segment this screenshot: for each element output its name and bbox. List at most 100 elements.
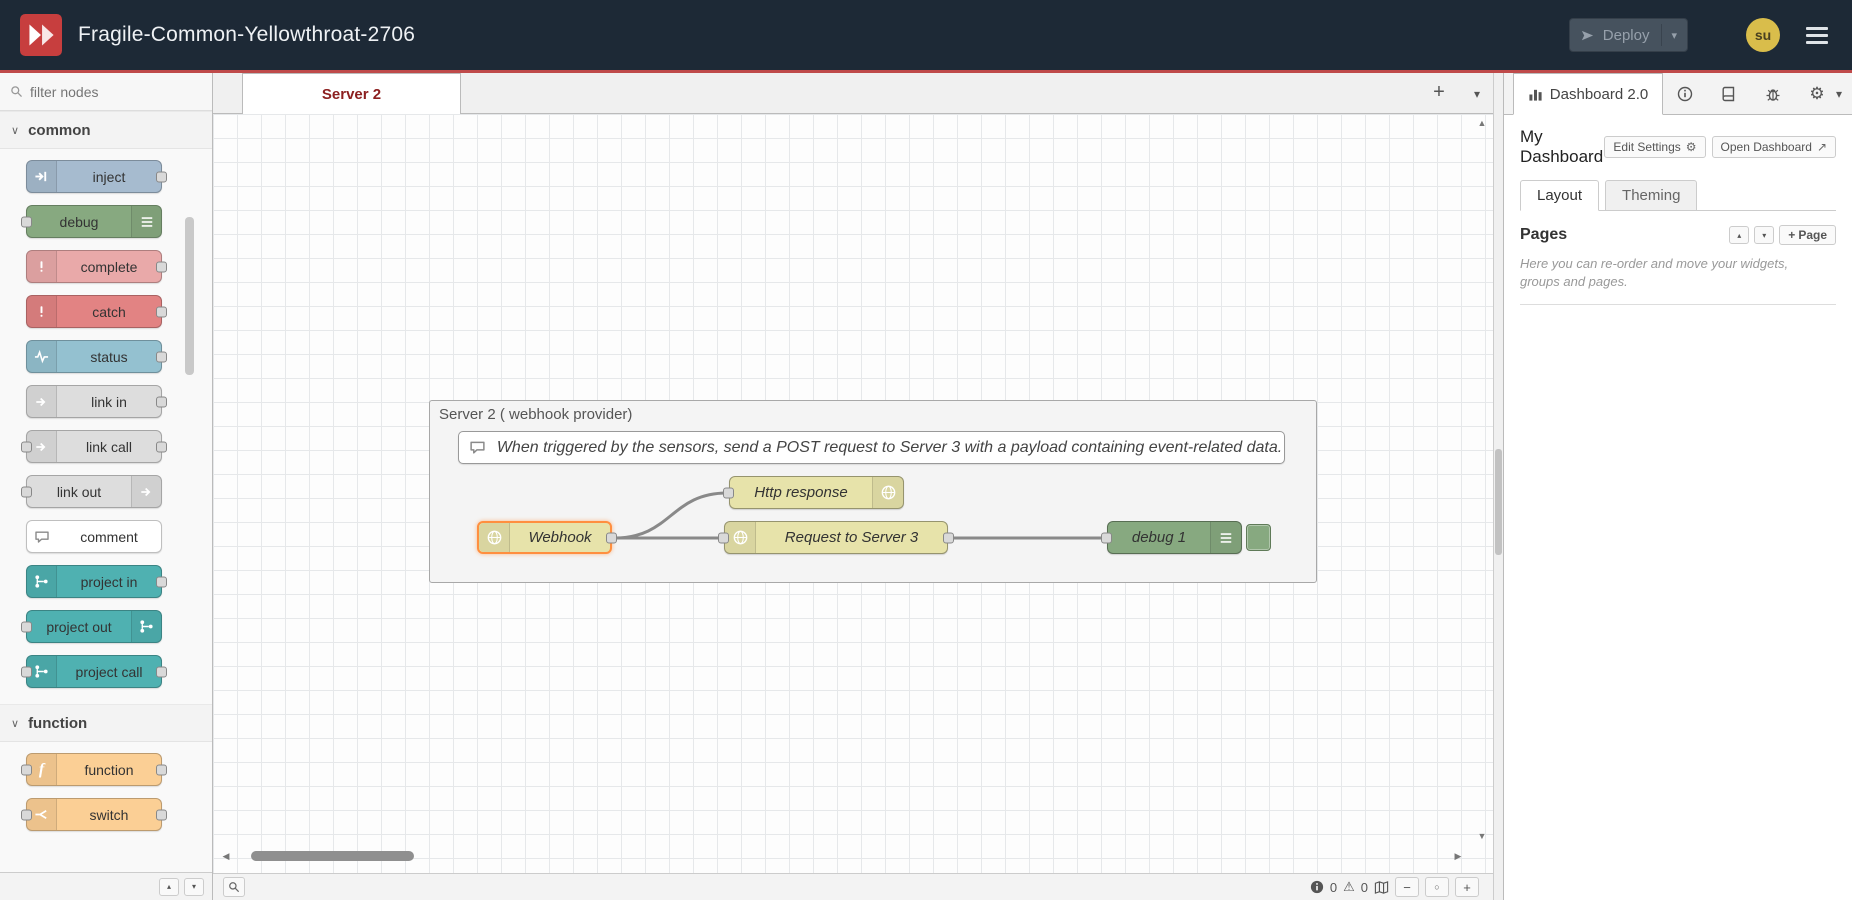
bar-chart-icon bbox=[1528, 87, 1543, 102]
debug-enable-toggle[interactable] bbox=[1246, 524, 1271, 551]
input-port[interactable] bbox=[21, 666, 32, 677]
splitter-scrollbar-thumb[interactable] bbox=[1495, 449, 1502, 555]
input-port[interactable] bbox=[1101, 532, 1112, 543]
tab-dashboard-2[interactable]: Dashboard 2.0 bbox=[1513, 73, 1663, 115]
scroll-right-icon[interactable]: ▶ bbox=[1451, 851, 1465, 862]
input-port[interactable] bbox=[21, 441, 32, 452]
deploy-caret-icon[interactable]: ▾ bbox=[1671, 29, 1677, 42]
palette-node-project-out[interactable]: project out bbox=[26, 610, 162, 643]
scroll-left-icon[interactable]: ◀ bbox=[219, 851, 233, 862]
main-menu-icon[interactable] bbox=[1806, 27, 1828, 44]
node-palette: ∨ common inject debug bbox=[0, 73, 213, 900]
output-port[interactable] bbox=[156, 764, 167, 775]
palette-node-switch[interactable]: switch bbox=[26, 798, 162, 831]
input-port[interactable] bbox=[21, 809, 32, 820]
pages-title: Pages bbox=[1520, 226, 1567, 244]
node-label: link call bbox=[57, 431, 161, 462]
palette-node-complete[interactable]: complete bbox=[26, 250, 162, 283]
output-port[interactable] bbox=[156, 171, 167, 182]
zoom-reset-button[interactable]: ○ bbox=[1425, 877, 1449, 897]
output-port[interactable] bbox=[156, 351, 167, 362]
dashboard-panel: My Dashboard Edit Settings ⚙ Open Dashbo… bbox=[1504, 115, 1852, 317]
caret-down-icon: ▾ bbox=[192, 882, 196, 891]
tab-config-nodes[interactable]: ⚙ bbox=[1795, 73, 1839, 114]
canvas-horizontal-scrollbar[interactable]: ◀ ▶ bbox=[219, 849, 1465, 863]
tab-debug[interactable] bbox=[1751, 73, 1795, 114]
input-port[interactable] bbox=[718, 532, 729, 543]
flow-node-webhook[interactable]: Webhook bbox=[477, 521, 612, 554]
output-port[interactable] bbox=[156, 809, 167, 820]
palette-node-link-in[interactable]: link in bbox=[26, 385, 162, 418]
input-port[interactable] bbox=[21, 764, 32, 775]
hscroll-track[interactable] bbox=[233, 850, 1451, 862]
node-label: inject bbox=[57, 161, 161, 192]
globe-icon bbox=[872, 477, 903, 508]
sidebar-tab-list-caret-icon[interactable]: ▾ bbox=[1836, 87, 1842, 101]
input-port[interactable] bbox=[21, 216, 32, 227]
output-port[interactable] bbox=[156, 666, 167, 677]
palette-category-function[interactable]: ∨ function bbox=[0, 704, 212, 742]
deploy-button[interactable]: Deploy ▾ bbox=[1569, 18, 1688, 52]
palette-node-project-in[interactable]: project in bbox=[26, 565, 162, 598]
palette-node-inject[interactable]: inject bbox=[26, 160, 162, 193]
output-port[interactable] bbox=[943, 532, 954, 543]
input-port[interactable] bbox=[21, 486, 32, 497]
book-icon bbox=[1721, 86, 1737, 102]
link-arrow-icon bbox=[27, 386, 57, 417]
flow-node-debug-1[interactable]: debug 1 bbox=[1107, 521, 1242, 554]
output-port[interactable] bbox=[156, 576, 167, 587]
tab-help[interactable] bbox=[1707, 73, 1751, 114]
hscroll-thumb[interactable] bbox=[251, 851, 414, 861]
output-port[interactable] bbox=[156, 261, 167, 272]
link-arrow-icon bbox=[131, 476, 161, 507]
user-avatar[interactable]: su bbox=[1746, 18, 1780, 52]
collapse-categories-button[interactable]: ▴ bbox=[159, 878, 179, 896]
palette-node-function[interactable]: f function bbox=[26, 753, 162, 786]
palette-node-debug[interactable]: debug bbox=[26, 205, 162, 238]
plus-icon: + bbox=[1788, 228, 1795, 242]
output-port[interactable] bbox=[156, 441, 167, 452]
tab-layout[interactable]: Layout bbox=[1520, 180, 1599, 211]
zoom-in-button[interactable]: + bbox=[1455, 877, 1479, 897]
input-port[interactable] bbox=[21, 621, 32, 632]
palette-scrollbar-thumb[interactable] bbox=[185, 217, 194, 375]
palette-category-common[interactable]: ∨ common bbox=[0, 111, 212, 149]
output-port[interactable] bbox=[156, 306, 167, 317]
scroll-down-icon[interactable]: ▼ bbox=[1474, 831, 1490, 841]
search-flows-button[interactable] bbox=[223, 877, 245, 897]
palette-filter-input[interactable] bbox=[30, 84, 180, 100]
scroll-up-icon[interactable]: ▲ bbox=[1474, 118, 1490, 128]
expand-categories-button[interactable]: ▾ bbox=[184, 878, 204, 896]
flow-tab-server-2[interactable]: Server 2 bbox=[242, 73, 461, 114]
tab-theming[interactable]: Theming bbox=[1605, 180, 1697, 211]
add-page-button[interactable]: + Page bbox=[1779, 225, 1836, 245]
zoom-out-button[interactable]: − bbox=[1395, 877, 1419, 897]
add-flow-button[interactable]: + bbox=[1427, 81, 1451, 104]
palette-node-comment[interactable]: comment bbox=[26, 520, 162, 553]
move-page-down-button[interactable]: ▾ bbox=[1754, 226, 1774, 244]
flow-canvas[interactable]: Server 2 ( webhook provider) When trigge… bbox=[213, 114, 1493, 873]
minimap-icon[interactable] bbox=[1374, 880, 1389, 895]
palette-node-link-out[interactable]: link out bbox=[26, 475, 162, 508]
edit-settings-button[interactable]: Edit Settings ⚙ bbox=[1604, 136, 1705, 158]
flow-node-http-response[interactable]: Http response bbox=[729, 476, 904, 509]
palette-node-status[interactable]: status bbox=[26, 340, 162, 373]
output-port[interactable] bbox=[156, 396, 167, 407]
open-dashboard-button[interactable]: Open Dashboard ↗ bbox=[1712, 136, 1836, 158]
palette-node-catch[interactable]: catch bbox=[26, 295, 162, 328]
palette-node-project-call[interactable]: project call bbox=[26, 655, 162, 688]
palette-node-link-call[interactable]: link call bbox=[26, 430, 162, 463]
tab-info[interactable] bbox=[1663, 73, 1707, 114]
sidebar-splitter[interactable] bbox=[1493, 73, 1504, 900]
flow-comment-node[interactable]: When triggered by the sensors, send a PO… bbox=[458, 431, 1285, 464]
flow-list-caret-icon[interactable]: ▾ bbox=[1474, 87, 1480, 101]
flow-node-request-to-server-3[interactable]: Request to Server 3 bbox=[724, 521, 948, 554]
canvas-vertical-scrollbar[interactable]: ▲ ▼ bbox=[1474, 118, 1490, 841]
palette-scrollbar[interactable] bbox=[185, 157, 194, 832]
output-port[interactable] bbox=[606, 532, 617, 543]
warning-icon[interactable]: ⚠ bbox=[1343, 879, 1355, 895]
error-info-icon[interactable] bbox=[1310, 880, 1324, 894]
branch-icon bbox=[131, 611, 161, 642]
move-page-up-button[interactable]: ▴ bbox=[1729, 226, 1749, 244]
input-port[interactable] bbox=[723, 487, 734, 498]
